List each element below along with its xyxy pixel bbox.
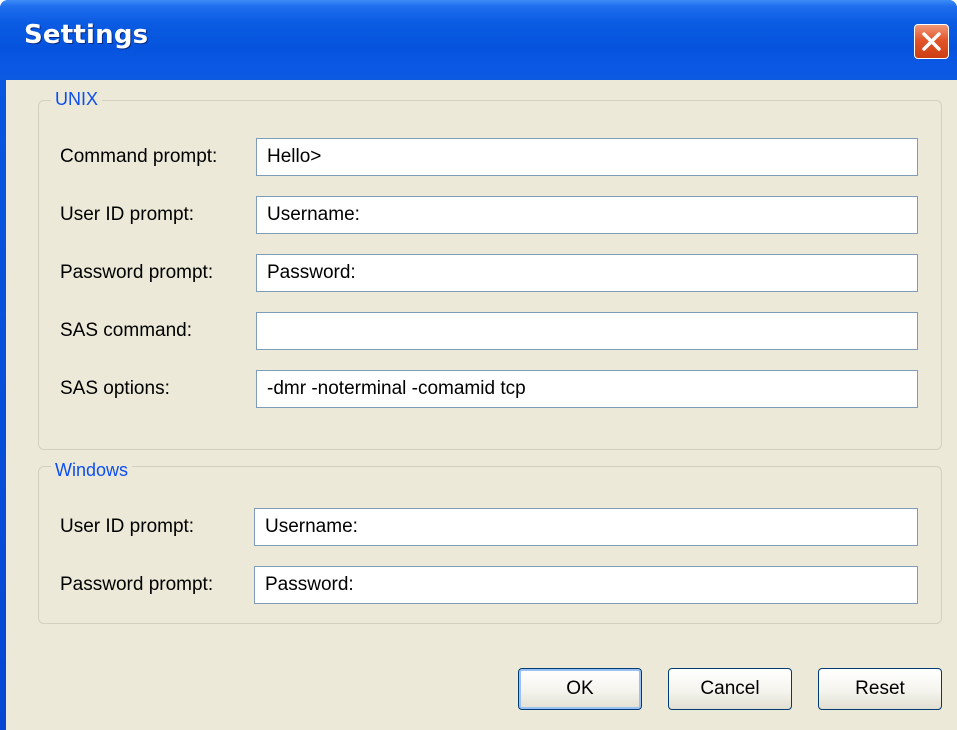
windows-group-legend: Windows — [51, 460, 133, 481]
cancel-button[interactable]: Cancel — [668, 668, 792, 710]
title-bar[interactable]: Settings — [0, 0, 957, 80]
window-title: Settings — [24, 20, 149, 50]
windows-user-id-prompt-label: User ID prompt: — [60, 516, 195, 537]
windows-user-id-prompt-field[interactable] — [254, 508, 918, 546]
reset-button[interactable]: Reset — [818, 668, 942, 710]
command-prompt-label: Command prompt: — [60, 146, 218, 167]
unix-user-id-prompt-label: User ID prompt: — [60, 204, 195, 225]
sas-command-field[interactable] — [256, 312, 918, 350]
close-icon — [922, 32, 941, 51]
command-prompt-field[interactable] — [256, 138, 918, 176]
settings-dialog: Settings UNIX Command prompt: User ID pr… — [0, 0, 957, 730]
unix-group-legend: UNIX — [51, 89, 103, 110]
windows-password-prompt-label: Password prompt: — [60, 574, 214, 595]
unix-user-id-prompt-field[interactable] — [256, 196, 918, 234]
unix-password-prompt-label: Password prompt: — [60, 262, 214, 283]
close-button[interactable] — [914, 24, 949, 59]
sas-options-label: SAS options: — [60, 378, 170, 399]
dialog-body: UNIX Command prompt: User ID prompt: Pas… — [6, 80, 957, 730]
sas-command-label: SAS command: — [60, 320, 192, 341]
ok-button[interactable]: OK — [518, 668, 642, 710]
windows-password-prompt-field[interactable] — [254, 566, 918, 604]
sas-options-field[interactable] — [256, 370, 918, 408]
unix-password-prompt-field[interactable] — [256, 254, 918, 292]
